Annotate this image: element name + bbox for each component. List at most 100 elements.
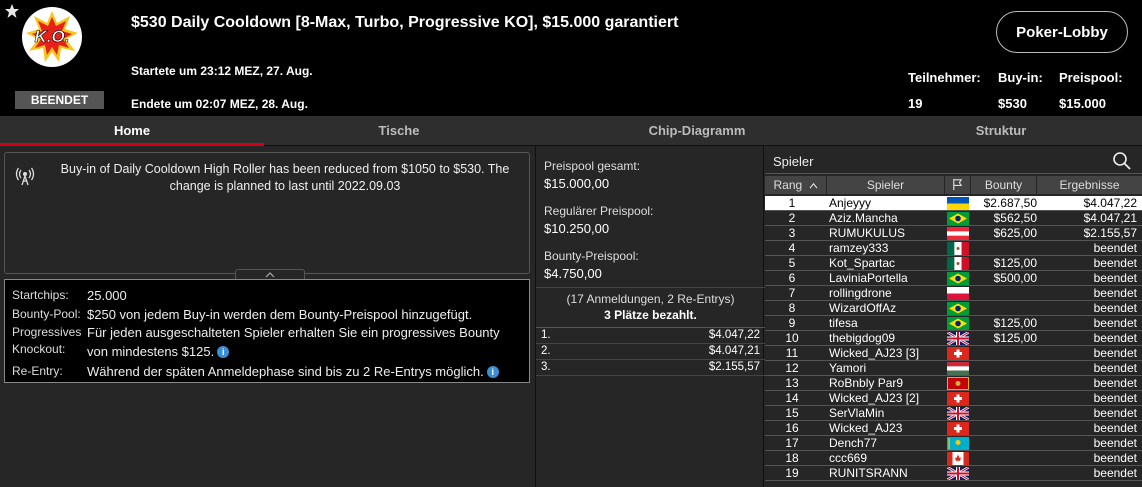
- payout-row: 2. $4.047,21: [536, 344, 765, 360]
- player-bounty: [971, 436, 1037, 451]
- player-result: beendet: [1093, 331, 1137, 345]
- table-row[interactable]: 17 Dench77 beendet: [765, 436, 1142, 451]
- player-rank: 8: [788, 301, 796, 315]
- player-result: beendet: [1093, 286, 1137, 300]
- bounty-pool-value: $250 von jedem Buy-in werden dem Bounty-…: [87, 307, 473, 322]
- table-row[interactable]: 19 RUNITSRANN beendet: [765, 466, 1142, 481]
- player-name: Wicked_AJ23 [2]: [829, 391, 920, 405]
- table-row[interactable]: 1 Anjeyyy $2.687,50 $4.047,22: [765, 196, 1142, 211]
- player-bounty: [971, 376, 1037, 391]
- player-result: beendet: [1093, 271, 1137, 285]
- player-search[interactable]: Spieler: [765, 148, 1142, 174]
- player-name: Wicked_AJ23 [3]: [829, 346, 920, 360]
- pko-value-line2: von mindestens $125. i: [87, 342, 230, 361]
- player-rank: 18: [785, 451, 799, 465]
- column-results[interactable]: Ergebnisse: [1037, 176, 1142, 194]
- player-name: RoBnbly Par9: [829, 376, 904, 390]
- player-result: beendet: [1093, 301, 1137, 315]
- player-rank: 15: [785, 406, 799, 420]
- flag-icon: [953, 178, 963, 191]
- search-icon[interactable]: [1112, 151, 1132, 171]
- payout-amount: $2.155,57: [708, 361, 760, 373]
- table-row[interactable]: 4 ramzey333 beendet: [765, 241, 1142, 256]
- tab-tables[interactable]: Tische: [264, 116, 534, 146]
- player-rank: 2: [788, 211, 796, 225]
- country-flag-icon: [947, 347, 969, 360]
- table-row[interactable]: 12 Yamori beendet: [765, 361, 1142, 376]
- table-row[interactable]: 2 Aziz.Mancha $562,50 $4.047,21: [765, 211, 1142, 226]
- country-flag-icon: [947, 392, 969, 405]
- player-rank: 16: [785, 421, 799, 435]
- player-bounty: [971, 241, 1037, 256]
- table-row[interactable]: 6 LaviniaPortella $500,00 beendet: [765, 271, 1142, 286]
- payout-row: 3. $2.155,57: [536, 360, 765, 376]
- player-bounty: [971, 286, 1037, 301]
- country-flag-icon: [947, 422, 969, 435]
- bounty-prizepool-label: Bounty-Preispool:: [544, 249, 639, 263]
- bounty-pool-label: Bounty-Pool:: [12, 307, 81, 321]
- player-bounty: [971, 421, 1037, 436]
- info-icon[interactable]: i: [217, 346, 230, 358]
- table-row[interactable]: 8 WizardOffAz beendet: [765, 301, 1142, 316]
- player-result: beendet: [1093, 241, 1137, 255]
- country-flag-icon: [947, 197, 969, 210]
- sort-asc-icon: [809, 182, 817, 189]
- table-row[interactable]: 9 tifesa $125,00 beendet: [765, 316, 1142, 331]
- tab-home[interactable]: Home: [0, 116, 264, 146]
- table-row[interactable]: 10 thebigdog09 $125,00 beendet: [765, 331, 1142, 346]
- table-row[interactable]: 13 RoBnbly Par9 beendet: [765, 376, 1142, 391]
- player-bounty: [971, 346, 1037, 361]
- prizepool-panel: Preispool gesamt: $15.000,00 Regulärer P…: [535, 146, 765, 487]
- table-row[interactable]: 3 RUMUKULUS $625,00 $2.155,57: [765, 226, 1142, 241]
- country-flag-icon: [947, 362, 969, 375]
- poker-lobby-button[interactable]: Poker-Lobby: [996, 11, 1128, 53]
- payout-table: 1. $4.047,22 2. $4.047,21 3. $2.155,57: [536, 327, 765, 376]
- player-rank: 7: [788, 286, 796, 300]
- reentry-value: Während der späten Anmeldephase sind bis…: [87, 362, 499, 381]
- player-bounty: [971, 361, 1037, 376]
- table-row[interactable]: 7 rollingdrone beendet: [765, 286, 1142, 301]
- prizepool-label: Preispool:: [1059, 70, 1123, 85]
- column-bounty[interactable]: Bounty: [971, 176, 1037, 194]
- country-flag-icon: [947, 302, 969, 315]
- country-flag-icon: [947, 287, 969, 300]
- player-name: Aziz.Mancha: [829, 211, 898, 225]
- player-result: beendet: [1093, 466, 1137, 480]
- table-row[interactable]: 14 Wicked_AJ23 [2] beendet: [765, 391, 1142, 406]
- player-result: beendet: [1093, 316, 1137, 330]
- table-row[interactable]: 16 Wicked_AJ23 beendet: [765, 421, 1142, 436]
- tab-structure[interactable]: Struktur: [860, 116, 1142, 146]
- player-name: RUMUKULUS: [829, 226, 906, 240]
- players-table-body: 1 Anjeyyy $2.687,50 $4.047,22 2 Aziz.Mancha $5…: [765, 196, 1142, 481]
- paid-places: 3 Plätze bezahlt.: [604, 308, 697, 322]
- tab-chip-chart[interactable]: Chip-Diagramm: [560, 116, 834, 146]
- column-country[interactable]: [945, 176, 971, 194]
- player-name: WizardOffAz: [829, 301, 897, 315]
- table-row[interactable]: 18 ccc669 beendet: [765, 451, 1142, 466]
- player-result: beendet: [1093, 436, 1137, 450]
- page-title: $530 Daily Cooldown [8-Max, Turbo, Progr…: [131, 14, 679, 31]
- player-result: beendet: [1093, 406, 1137, 420]
- table-row[interactable]: 5 Kot_Spartac $125,00 beendet: [765, 256, 1142, 271]
- country-flag-icon: [947, 212, 969, 225]
- player-bounty: [971, 301, 1037, 316]
- status-badge: BEENDET: [15, 91, 104, 109]
- column-rank[interactable]: Rang: [765, 176, 827, 194]
- player-bounty: [971, 466, 1037, 481]
- payout-amount: $4.047,21: [708, 345, 760, 357]
- pko-value-line1: Für jeden ausgeschalteten Spieler erhalt…: [87, 325, 500, 340]
- player-bounty: $2.687,50: [983, 196, 1037, 210]
- favorite-star-icon[interactable]: [4, 3, 20, 19]
- country-flag-icon: [947, 257, 969, 270]
- player-name: Wicked_AJ23: [829, 421, 903, 435]
- player-name: Yamori: [829, 361, 867, 375]
- total-prizepool-value: $15.000,00: [544, 176, 610, 191]
- player-rank: 14: [785, 391, 799, 405]
- player-name: RUNITSRANN: [829, 466, 908, 480]
- player-result: $4.047,21: [1083, 211, 1137, 225]
- column-player[interactable]: Spieler: [827, 176, 945, 194]
- info-icon[interactable]: i: [486, 366, 499, 378]
- table-row[interactable]: 11 Wicked_AJ23 [3] beendet: [765, 346, 1142, 361]
- table-row[interactable]: 15 SerVlaMin beendet: [765, 406, 1142, 421]
- search-input[interactable]: Spieler: [773, 154, 813, 169]
